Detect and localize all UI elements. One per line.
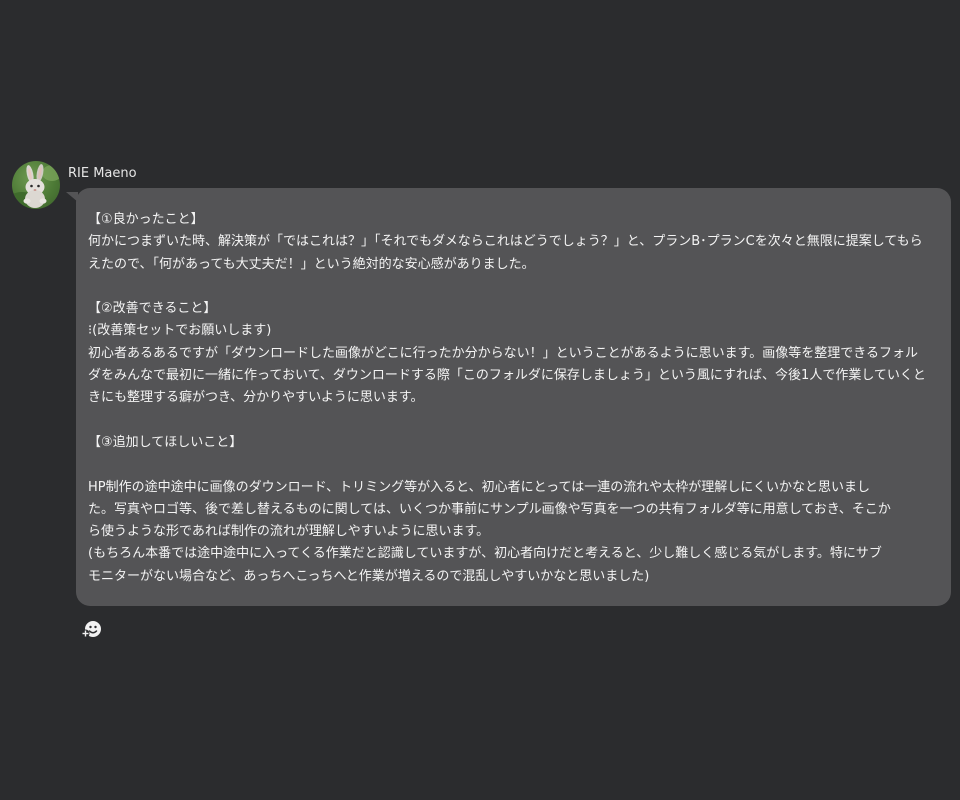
message-line: 何かにつまずいた時、解決策が「ではこれは？」「それでもダメならこれはどうでしょう…: [88, 234, 923, 250]
message-line: HP制作の途中途中に画像のダウンロード、トリミング等が入ると、初心者にとっては一…: [88, 479, 871, 495]
message-line: (もちろん本番では途中途中に入ってくる作業だと認識していますが、初心者向けだと考…: [88, 546, 882, 562]
avatar[interactable]: [12, 161, 60, 209]
message-line: えたので、「何があっても大丈夫だ！」という絶対的な安心感がありました。: [88, 256, 535, 272]
chat-message: RIE Maeno 【①良かったこと】 何かにつまずいた時、解決策が「ではこれは…: [0, 0, 960, 800]
message-bubble: 【①良かったこと】 何かにつまずいた時、解決策が「ではこれは？」「それでもダメな…: [76, 188, 951, 606]
sender-name[interactable]: RIE Maeno: [68, 166, 137, 181]
message-line: ダをみんなで最初に一緒に作っておいて、ダウンロードする際「このフォルダに保存しま…: [88, 368, 926, 384]
rabbit-plush-avatar-icon: [12, 164, 60, 209]
message-line: きにも整理する癖がつき、分かりやすいように思います。: [88, 390, 424, 406]
message-line: た。写真やロゴ等、後で差し替えるものに関しては、いくつか事前にサンプル画像や写真…: [88, 501, 891, 517]
message-line: 【②改善できること】: [88, 301, 217, 317]
message-line: 【③追加してほしいこと】: [88, 434, 243, 450]
add-reaction-icon: [81, 621, 101, 638]
message-line: ⁝(改善策セットでお願いします): [88, 323, 272, 339]
message-line: 【①良かったこと】: [88, 212, 204, 227]
message-line: 初心者あるあるですが「ダウンロードした画像がどこに行ったか分からない！」というこ…: [88, 345, 919, 361]
add-reaction-button[interactable]: [80, 616, 104, 640]
message-line: モニターがない場合など、あっちへこっちへと作業が増えるので混乱しやすいかなと思い…: [88, 568, 650, 584]
message-line: ら使うような形であれば制作の流れが理解しやすいように思います。: [88, 524, 490, 540]
